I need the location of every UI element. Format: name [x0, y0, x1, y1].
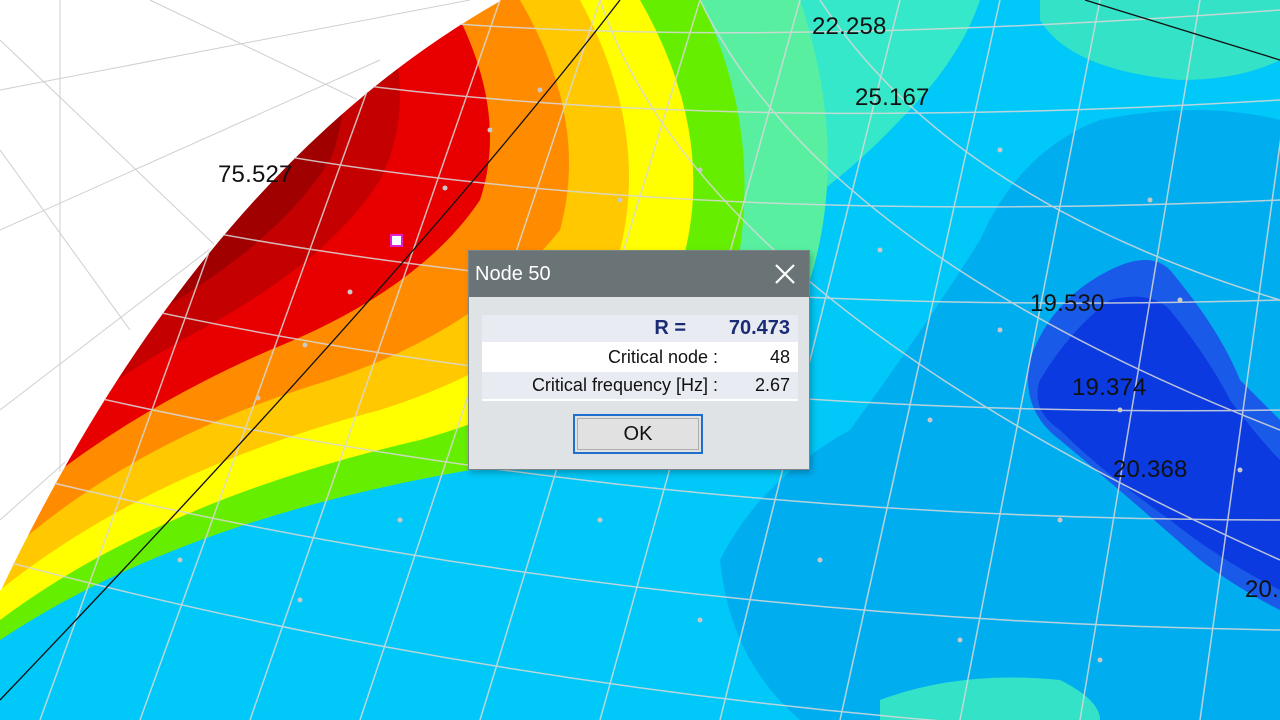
contour-label: 25.167 — [855, 84, 930, 111]
result-label: R = — [654, 317, 686, 339]
result-value: 70.473 — [728, 317, 790, 339]
critical-node-label: Critical node : — [607, 347, 718, 367]
ok-button-label: OK — [577, 418, 699, 450]
node-result-dialog: Node 50 R = 70.473 Critical node : 48 Cr… — [468, 250, 810, 470]
contour-label: 22.258 — [812, 13, 887, 40]
contour-label: 19.530 — [1030, 290, 1105, 317]
result-row: R = 70.473 — [482, 315, 798, 342]
contour-label: 19.374 — [1072, 374, 1147, 401]
close-icon[interactable] — [769, 258, 801, 290]
contour-label: 20. — [1245, 576, 1279, 603]
critical-frequency-label: Critical frequency [Hz] : — [531, 375, 718, 395]
ok-button[interactable]: OK — [573, 414, 703, 454]
dialog-title-bar[interactable]: Node 50 — [469, 251, 809, 297]
dialog-title: Node 50 — [475, 263, 551, 285]
selected-node-marker[interactable] — [390, 234, 403, 247]
critical-node-row: Critical node : 48 — [482, 344, 798, 371]
critical-frequency-value: 2.67 — [754, 375, 790, 395]
result-panel: R = 70.473 Critical node : 48 Critical f… — [482, 315, 798, 401]
contour-label: 20.368 — [1113, 456, 1188, 483]
critical-frequency-row: Critical frequency [Hz] : 2.67 — [482, 372, 798, 399]
critical-node-value: 48 — [769, 347, 790, 367]
contour-label: 75.527 — [218, 161, 293, 188]
